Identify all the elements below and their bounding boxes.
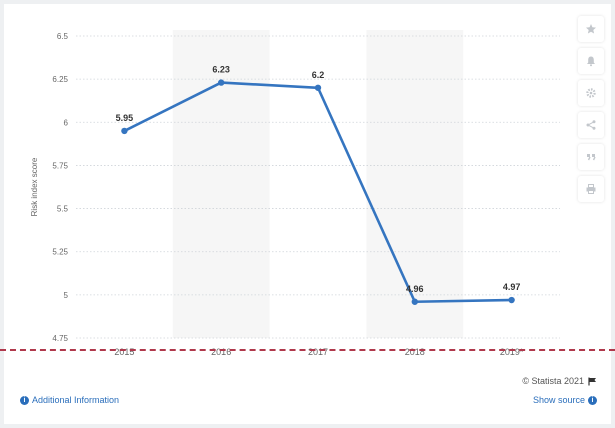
data-label: 6.2 (312, 70, 325, 80)
notification-button[interactable] (578, 48, 604, 74)
data-label: 6.23 (212, 65, 230, 75)
data-point (508, 296, 515, 304)
y-tick-label: 5.75 (52, 161, 68, 170)
show-source-label: Show source (532, 395, 585, 405)
favorite-button[interactable] (578, 16, 604, 42)
bell-icon (587, 56, 595, 67)
gear-icon (586, 88, 596, 98)
y-tick-label: 5 (64, 291, 69, 300)
y-tick-label: 5.5 (57, 205, 69, 214)
data-label: 5.95 (116, 113, 134, 123)
dashed-divider (0, 349, 615, 351)
y-axis-title: Risk index score (30, 157, 39, 216)
data-point (411, 298, 418, 305)
settings-button[interactable] (578, 80, 604, 106)
y-tick-label: 6.25 (52, 75, 68, 84)
share-icon (586, 120, 596, 130)
credit-text: © Statista 2021 (522, 376, 584, 386)
flag-icon[interactable] (588, 377, 597, 386)
share-button[interactable] (578, 112, 604, 138)
print-button[interactable] (578, 176, 604, 202)
data-label: 4.97 (503, 282, 521, 292)
data-label: 4.96 (406, 284, 424, 294)
chart-card: 4.75 5 5.25 5.5 5.75 6 6.25 6.5 2015 2016 2017 2018… (4, 4, 611, 424)
info-icon: i (20, 395, 29, 405)
y-tick-label: 4.75 (52, 334, 68, 343)
print-icon (586, 184, 596, 194)
statista-credit: © Statista 2021 (522, 376, 597, 386)
y-tick-label: 6 (64, 118, 69, 127)
quote-icon (587, 154, 596, 161)
y-tick-label: 5.25 (52, 248, 68, 257)
info-icon: i (588, 395, 597, 405)
data-point (218, 79, 225, 86)
category-band (172, 30, 270, 338)
star-icon (586, 24, 596, 34)
y-tick-label: 6.5 (57, 32, 69, 41)
cite-button[interactable] (578, 144, 604, 170)
line-chart: 4.7555.255.55.7566.256.52015 2016 2017 2018… (30, 30, 560, 357)
data-point (121, 127, 128, 135)
chart-toolbar (578, 16, 604, 208)
data-point (314, 84, 322, 91)
additional-information-link[interactable]: i Additional Information (20, 395, 119, 405)
additional-information-label: Additional Information (32, 395, 120, 405)
show-source-link[interactable]: Show source i (533, 395, 597, 405)
